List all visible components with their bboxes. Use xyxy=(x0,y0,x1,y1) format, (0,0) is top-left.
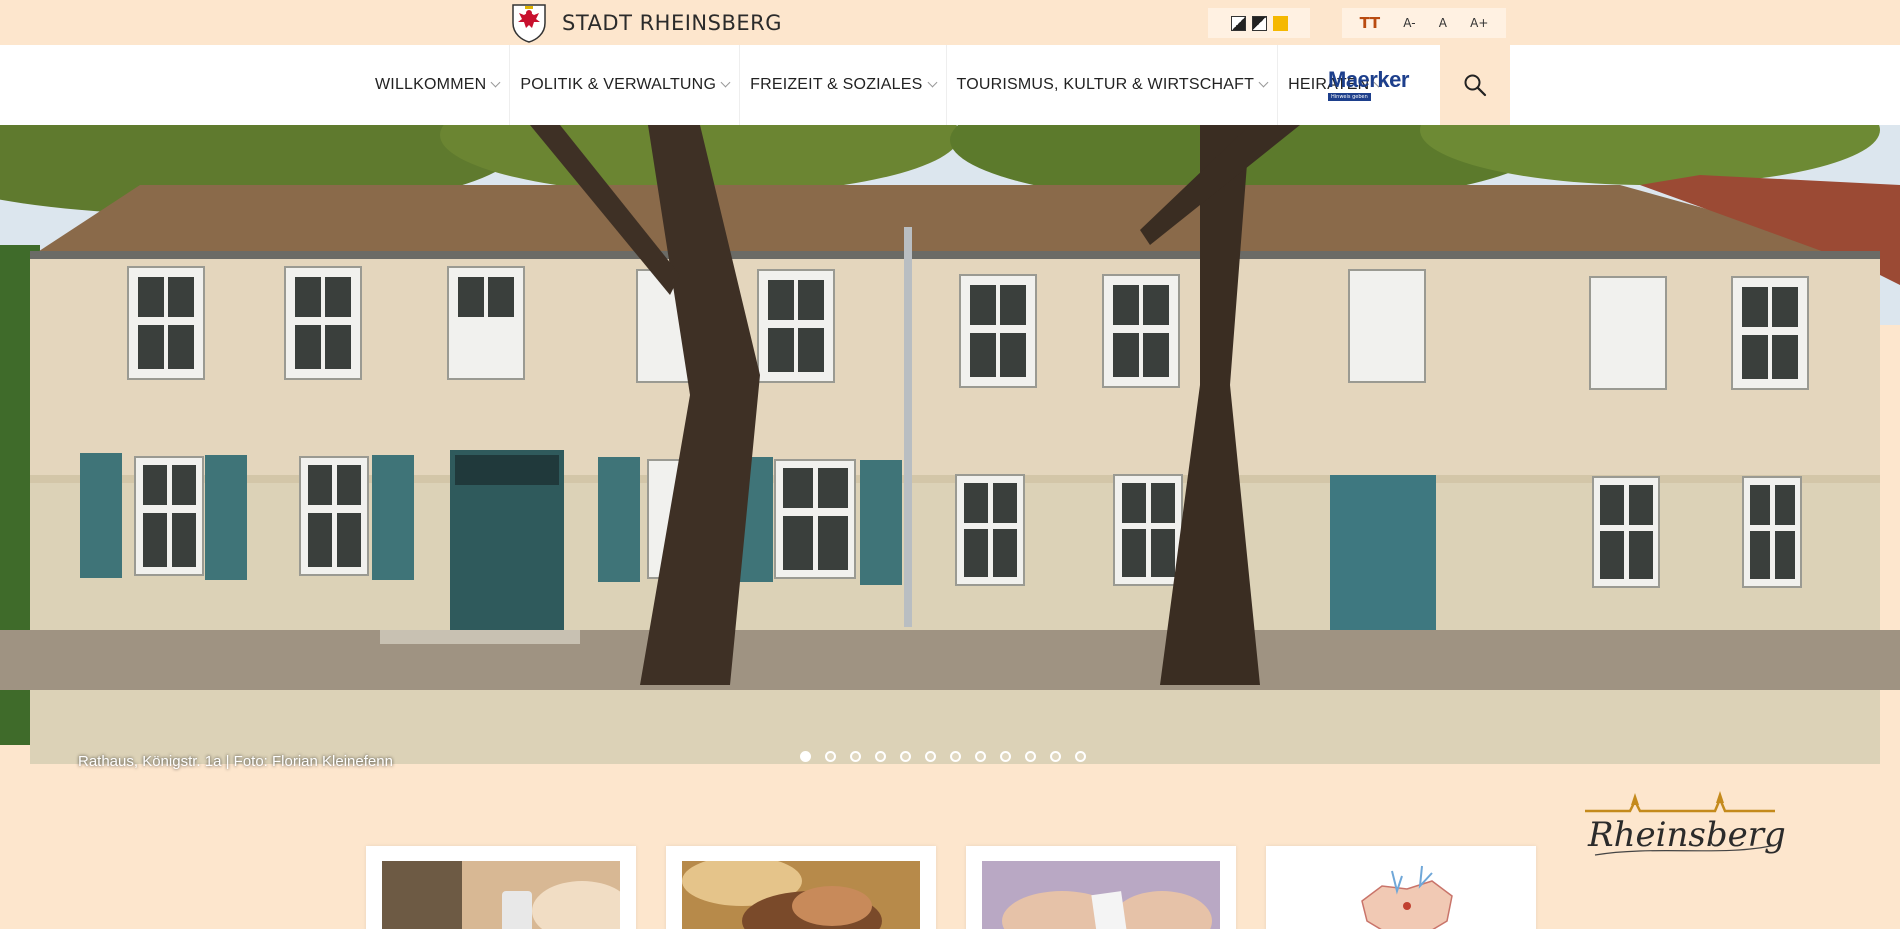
font-size-icon: ꓔT xyxy=(1359,14,1381,32)
chevron-down-icon xyxy=(490,77,501,88)
card-image-region-map xyxy=(1282,861,1520,929)
rheinsberg-logo-text: Rheinsberg xyxy=(1588,815,1786,855)
slider-dot[interactable] xyxy=(925,751,936,762)
contrast-yellow-button[interactable] xyxy=(1272,15,1288,31)
hero-caption: Rathaus, Königstr. 1a | Foto: Florian Kl… xyxy=(78,753,393,770)
chevron-down-icon xyxy=(720,77,731,88)
card-image-hands-card xyxy=(982,861,1220,929)
hero-image-town-hall xyxy=(0,125,1900,764)
brand-link[interactable]: STADT RHEINSBERG xyxy=(510,2,782,44)
chevron-down-icon xyxy=(1258,77,1269,88)
chevron-down-icon xyxy=(927,77,937,88)
slider-dot[interactable] xyxy=(1075,751,1086,762)
teaser-card[interactable] xyxy=(966,846,1236,929)
card-image-holding-hands xyxy=(682,861,920,929)
nav-item-willkommen[interactable]: WILLKOMMEN xyxy=(365,45,511,125)
slider-dot[interactable] xyxy=(800,751,811,762)
card-image-smartphone xyxy=(382,861,620,929)
slider-dot[interactable] xyxy=(950,751,961,762)
nav-item-label: POLITIK & VERWALTUNG xyxy=(520,76,717,93)
teaser-card[interactable] xyxy=(1266,846,1536,929)
contrast-switcher xyxy=(1208,8,1310,38)
city-crest-icon xyxy=(512,4,546,43)
search-button[interactable] xyxy=(1440,45,1510,125)
slider-dot[interactable] xyxy=(825,751,836,762)
contrast-standard-button[interactable] xyxy=(1230,15,1246,31)
slider-dot[interactable] xyxy=(975,751,986,762)
slider-pagination xyxy=(800,751,1086,762)
nav-item-tourismus-kultur-wirtschaft[interactable]: TOURISMUS, KULTUR & WIRTSCHAFT xyxy=(947,45,1279,125)
nav-item-label: FREIZEIT & SOZIALES xyxy=(750,76,923,93)
maerker-logo-text: Maerker xyxy=(1328,67,1409,92)
font-reset-button[interactable]: A xyxy=(1439,16,1447,30)
contrast-inverted-button[interactable] xyxy=(1251,15,1267,31)
teaser-card[interactable] xyxy=(366,846,636,929)
maerker-link[interactable]: Maerker Hinweis geben xyxy=(1312,45,1440,125)
main-navigation: WILLKOMMEN POLITIK & VERWALTUNG FREIZEIT… xyxy=(0,45,1900,125)
slider-dot[interactable] xyxy=(875,751,886,762)
nav-menu: WILLKOMMEN POLITIK & VERWALTUNG FREIZEIT… xyxy=(365,45,1392,125)
brand-name: STADT RHEINSBERG xyxy=(562,11,782,35)
font-size-controls: ꓔT A- A A+ xyxy=(1342,8,1506,38)
search-icon xyxy=(1464,74,1487,97)
slider-dot[interactable] xyxy=(1025,751,1036,762)
hero-slider: Rathaus, Königstr. 1a | Foto: Florian Kl… xyxy=(0,125,1900,809)
nav-item-label: WILLKOMMEN xyxy=(375,76,487,93)
slider-dot[interactable] xyxy=(1000,751,1011,762)
top-utility-bar: STADT RHEINSBERG ꓔT A- A A+ xyxy=(0,0,1900,45)
nav-item-politik-verwaltung[interactable]: POLITIK & VERWALTUNG xyxy=(510,45,741,125)
slider-dot[interactable] xyxy=(850,751,861,762)
maerker-logo-tagline: Hinweis geben xyxy=(1328,93,1371,101)
slider-dot[interactable] xyxy=(900,751,911,762)
nav-item-freizeit-soziales[interactable]: FREIZEIT & SOZIALES xyxy=(740,45,947,125)
font-decrease-button[interactable]: A- xyxy=(1403,16,1415,30)
teaser-card[interactable] xyxy=(666,846,936,929)
slider-dot[interactable] xyxy=(1050,751,1061,762)
font-increase-button[interactable]: A+ xyxy=(1470,16,1488,30)
nav-item-label: TOURISMUS, KULTUR & WIRTSCHAFT xyxy=(956,76,1255,93)
